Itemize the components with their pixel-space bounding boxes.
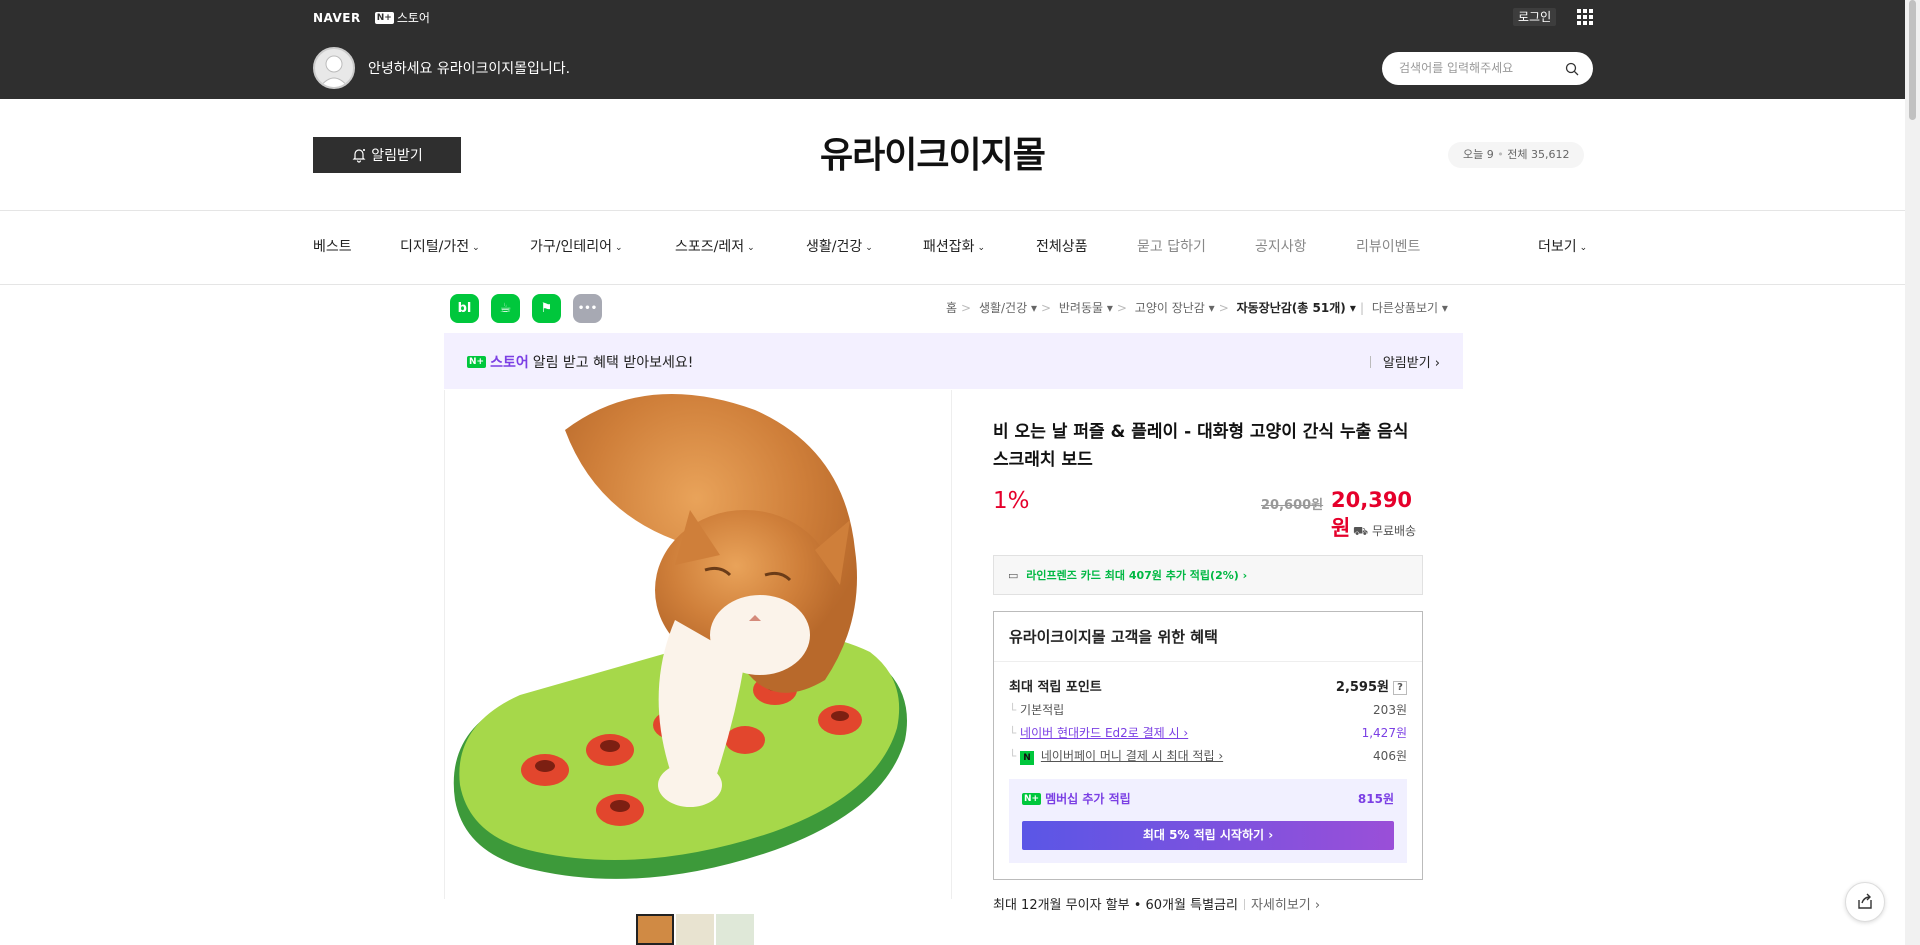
share-icon bbox=[1858, 893, 1872, 909]
global-nav: NAVER N+ 스토어 bbox=[313, 9, 430, 26]
membership-start-button[interactable]: 최대 5% 적립 시작하기 › bbox=[1022, 821, 1394, 850]
top-bar: NAVER N+ 스토어 로그인 안녕하세요 유라이크이지몰입니다. bbox=[0, 0, 1905, 99]
visitors-total: 전체 35,612 bbox=[1507, 148, 1570, 161]
shipping-info: ⛟ 무료배송 bbox=[1353, 522, 1416, 540]
divider bbox=[0, 284, 1905, 285]
scrollbar-thumb[interactable] bbox=[1909, 0, 1916, 120]
nplus-icon: N+ bbox=[1022, 792, 1042, 805]
product-name: 비 오는 날 퍼즐 & 플레이 - 대화형 고양이 간식 누출 음식 스크래치 … bbox=[993, 422, 1409, 470]
cat-sports[interactable]: 스포즈/레저 ⌄ bbox=[675, 236, 755, 256]
visitors-today: 오늘 9 bbox=[1463, 148, 1494, 161]
chevron-down-icon: ⌄ bbox=[1579, 243, 1588, 253]
cat-fashion[interactable]: 패션잡화 ⌄ bbox=[923, 236, 985, 256]
max-points-row: 최대 적립 포인트 2,595원? bbox=[1009, 676, 1407, 695]
nplus-icon: N+ bbox=[467, 356, 487, 368]
cat-notice[interactable]: 공지사항 bbox=[1255, 236, 1307, 256]
chevron-down-icon: ⌄ bbox=[977, 243, 986, 253]
card-icon: ▭ bbox=[1008, 569, 1019, 582]
thumbnail[interactable] bbox=[676, 914, 714, 945]
greeting-text: 안녕하세요 유라이크이지몰입니다. bbox=[368, 61, 571, 77]
banner-store-label: 스토어 bbox=[490, 355, 529, 371]
help-icon[interactable]: ? bbox=[1393, 681, 1407, 695]
divider bbox=[0, 210, 1905, 211]
breadcrumb-c3[interactable]: 고양이 장난감 ▾ bbox=[1135, 301, 1215, 315]
points-row-basic: └ 기본적립 203원 bbox=[1009, 703, 1407, 717]
notify-button[interactable]: 알림받기 bbox=[313, 137, 461, 173]
banner-notify-link[interactable]: 알림받기 › bbox=[1370, 352, 1440, 371]
points-row-card[interactable]: └ 네이버 현대카드 Ed2로 결제 시 › 1,427원 bbox=[1009, 724, 1407, 741]
search-box[interactable] bbox=[1382, 52, 1593, 85]
nstore-label: 스토어 bbox=[396, 11, 430, 25]
login-button[interactable]: 로그인 bbox=[1513, 8, 1557, 26]
breadcrumb: 홈 > 생활/건강 ▾ > 반려동물 ▾ > 고양이 장난감 ▾ > 자동장난감(총 5… bbox=[946, 301, 1448, 315]
blog-share-icon[interactable]: bl bbox=[450, 294, 479, 323]
scrollbar[interactable] bbox=[1905, 0, 1920, 945]
breadcrumb-c4[interactable]: 자동장난감(총 51개) ▾ bbox=[1237, 301, 1356, 315]
installment-text: 최대 12개월 무이자 할부 • 60개월 특별금리 bbox=[993, 898, 1238, 913]
banner-text: N+ 스토어 알림 받고 혜택 받아보세요! bbox=[467, 352, 693, 372]
installment-more-link[interactable]: 자세히보기 › bbox=[1238, 898, 1320, 913]
installment-info: 최대 12개월 무이자 할부 • 60개월 특별금리 자세히보기 › bbox=[993, 894, 1320, 913]
notify-label: 알림받기 bbox=[371, 148, 423, 164]
max-points-label: 최대 적립 포인트 bbox=[1009, 680, 1102, 695]
chevron-down-icon: ⌄ bbox=[472, 243, 480, 253]
search-icon[interactable] bbox=[1565, 62, 1579, 76]
divider bbox=[994, 661, 1422, 662]
cat-digital[interactable]: 디지털/가전 ⌄ bbox=[400, 236, 480, 256]
share-float-button[interactable] bbox=[1845, 882, 1885, 922]
original-price: 20,600원 bbox=[1261, 498, 1324, 513]
cat-qna[interactable]: 묻고 답하기 bbox=[1137, 236, 1206, 256]
truck-icon: ⛟ bbox=[1353, 524, 1369, 538]
points-row-npay[interactable]: └ N 네이버페이 머니 결제 시 최대 적립 › 406원 bbox=[1009, 747, 1407, 765]
discount-rate: 1% bbox=[993, 488, 1030, 514]
max-points-value: 2,595원? bbox=[1336, 676, 1407, 695]
benefit-title: 유라이크이지몰 고객을 위한 혜택 bbox=[1009, 628, 1218, 646]
visitor-count: 오늘 9 • 전체 35,612 bbox=[1448, 142, 1585, 168]
card-promo[interactable]: ▭ 라인프렌즈 카드 최대 407원 추가 적립(2%) › bbox=[993, 555, 1423, 595]
product-image[interactable] bbox=[444, 390, 952, 899]
cat-more[interactable]: 더보기 ⌄ bbox=[1538, 236, 1587, 256]
notify-banner: N+ 스토어 알림 받고 혜택 받아보세요! 알림받기 › bbox=[444, 333, 1463, 389]
nstore-link[interactable]: N+ 스토어 bbox=[374, 9, 430, 26]
avatar[interactable] bbox=[313, 47, 355, 89]
naver-logo[interactable]: NAVER bbox=[313, 11, 361, 25]
cat-all-products[interactable]: 전체상품 bbox=[1036, 236, 1088, 256]
breadcrumb-other[interactable]: 다른상품보기 ▾ bbox=[1372, 301, 1448, 315]
bell-icon bbox=[352, 149, 366, 163]
cat-furniture[interactable]: 가구/인테리어 ⌄ bbox=[530, 236, 623, 256]
membership-value: 815원 bbox=[1357, 792, 1394, 806]
membership-label: N+ 멤버십 추가 적립 bbox=[1022, 792, 1131, 806]
cat-best[interactable]: 베스트 bbox=[313, 236, 352, 256]
chevron-down-icon: ⌄ bbox=[865, 243, 873, 253]
bookmark-share-icon[interactable]: ⚑ bbox=[532, 294, 561, 323]
thumbnail[interactable] bbox=[636, 914, 674, 945]
npay-icon: N bbox=[1020, 751, 1035, 765]
apps-grid-icon[interactable] bbox=[1577, 9, 1593, 25]
thumbnail-strip bbox=[636, 914, 754, 945]
share-buttons: bl ☕ ⚑ ••• bbox=[450, 294, 602, 323]
chevron-down-icon: ⌄ bbox=[747, 243, 755, 253]
shipping-label: 무료배송 bbox=[1371, 524, 1417, 538]
benefit-box: 유라이크이지몰 고객을 위한 혜택 최대 적립 포인트 2,595원? └ 기본… bbox=[993, 611, 1423, 880]
cat-puzzle-image bbox=[453, 394, 907, 879]
nplus-icon: N+ bbox=[374, 11, 394, 24]
breadcrumb-c1[interactable]: 생활/건강 ▾ bbox=[979, 301, 1037, 315]
more-share-icon[interactable]: ••• bbox=[573, 294, 602, 323]
search-input[interactable] bbox=[1399, 61, 1559, 75]
card-promo-text: 라인프렌즈 카드 최대 407원 추가 적립(2%) › bbox=[1026, 569, 1248, 582]
store-title[interactable]: 유라이크이지몰 bbox=[820, 126, 1046, 178]
membership-box: N+ 멤버십 추가 적립 815원 최대 5% 적립 시작하기 › bbox=[1009, 779, 1407, 863]
cat-review-event[interactable]: 리뷰이벤트 bbox=[1356, 236, 1420, 256]
breadcrumb-home[interactable]: 홈 bbox=[946, 301, 957, 315]
thumbnail[interactable] bbox=[716, 914, 754, 945]
cat-living[interactable]: 생활/건강 ⌄ bbox=[806, 236, 873, 256]
banner-message: 알림 받고 혜택 받아보세요! bbox=[532, 355, 694, 371]
breadcrumb-c2[interactable]: 반려동물 ▾ bbox=[1059, 301, 1113, 315]
cafe-share-icon[interactable]: ☕ bbox=[491, 294, 520, 323]
chevron-down-icon: ⌄ bbox=[615, 243, 623, 253]
